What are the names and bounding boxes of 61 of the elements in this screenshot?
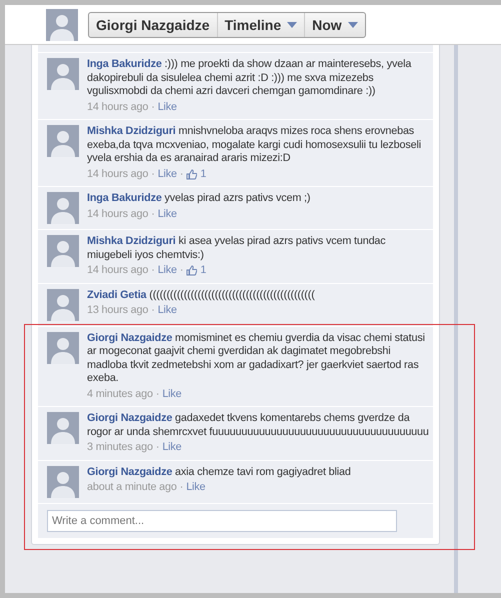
author-link[interactable]: Mishka Dzidziguri [87,235,176,247]
separator-dot: · [151,304,155,318]
separator-dot: · [151,100,155,114]
comment-input[interactable]: Write a comment... [47,510,397,532]
timestamp: 14 hours ago [87,264,148,278]
avatar [46,8,78,40]
like-link[interactable]: Like [158,100,177,114]
timestamp: 4 minutes ago [87,388,153,401]
timestamp: 14 hours ago [87,208,148,221]
comment-text: Giorgi Nazgaidze axia chemze tavi rom gagiyadret bliad [87,466,351,479]
separator-dot: · [156,388,160,401]
avatar [47,466,79,498]
separator-dot: · [180,168,184,181]
like-link[interactable]: Like [158,168,177,181]
author-link[interactable]: Giorgi Nazgaidze [87,412,172,424]
separator-dot: · [156,441,160,454]
separator-dot: · [151,168,155,181]
comment-text: Giorgi Nazgaidze gadaxedet tkvens komentarebs chems gverdze da rogor ar unda shemrcxvet fuuuuuuuuuuuuuuuuuuuuuuuuuuuuuuuuuuuuu [87,412,429,439]
author-link[interactable]: Inga Bakuridze [87,192,162,204]
author-link[interactable]: Inga Bakuridze [87,58,162,70]
timestamp: 3 minutes ago [87,441,153,454]
avatar [47,288,79,320]
comment-text: Inga Bakuridze yvelas pirad azrs pativs vcem ;) [87,192,310,206]
thumbs-up-icon [186,265,198,276]
separator-dot: · [151,264,155,278]
timestamp: 14 hours ago [87,100,148,114]
like-link[interactable]: Like [162,388,182,401]
like-link[interactable]: Like [158,264,177,278]
separator-dot: · [151,208,155,221]
author-link[interactable]: Giorgi Nazgaidze [87,332,172,344]
timestamp: 14 hours ago [87,168,148,181]
timestamp: about a minute ago [87,481,177,494]
avatar [47,235,79,267]
like-count[interactable]: 1 [200,264,206,278]
avatar [47,125,79,157]
comment-text: Mishka Dzidziguri mnishvneloba araqvs mizes roca shens erovnebas exeba,da tqva mcxveniao, mogalate kargi cudi homosexsulii tu lezboseli yvela ershia da es aranairad araris mizezi:D [87,125,422,166]
like-count[interactable]: 1 [200,168,206,181]
dropdown-button[interactable]: Timeline [218,12,306,36]
like-link[interactable]: Like [186,481,206,494]
like-link[interactable]: Like [158,208,177,221]
avatar [47,412,79,444]
comment-text: Mishka Dzidziguri ki asea yvelas pirad azrs pativs vcem tundac miugebeli iyos chemtvis:) [87,235,387,262]
caret-icon [348,22,358,28]
separator-dot: · [180,481,184,494]
avatar [47,332,79,364]
author-link[interactable]: Zviadi Getia [87,288,146,300]
comment-text: Giorgi Nazgaidze momisminet es chemiu gverdia da visac chemi statusi ar mogeconat gaajvit chemi gverdidan ak dagimatet megobrebshi madloba tkvit zedmetebshi xom ar gadadixart? jer gaerkviet saertod ras exeba. [87,332,426,386]
caret-icon [287,22,298,28]
dropdown-button[interactable]: Now [305,12,365,36]
thumbs-up-icon [186,168,198,180]
comment-text: Zviadi Getia (((((((((((((((((((((((((((((((((((((((((((((((( [87,288,315,302]
like-link[interactable]: Like [158,304,177,318]
separator-dot: · [180,264,184,278]
avatar [47,58,79,90]
like-link[interactable]: Like [162,441,182,454]
author-link[interactable]: Mishka Dzidziguri [87,125,176,137]
timestamp: 13 hours ago [87,304,148,318]
profile-name-button[interactable]: Giorgi Nazgaidze [89,12,218,36]
author-link[interactable]: Giorgi Nazgaidze [87,466,172,478]
comment-text: Inga Bakuridze :))) me proekti da show dzaan ar mainteresebs, yvela dakopirebuli da sisulelea chemi azrit :D :))) me sxva mizezebs vgulisxmobdi da chemi azri davceri chemgan gamomdinare :)) [87,58,412,98]
avatar [47,192,79,224]
